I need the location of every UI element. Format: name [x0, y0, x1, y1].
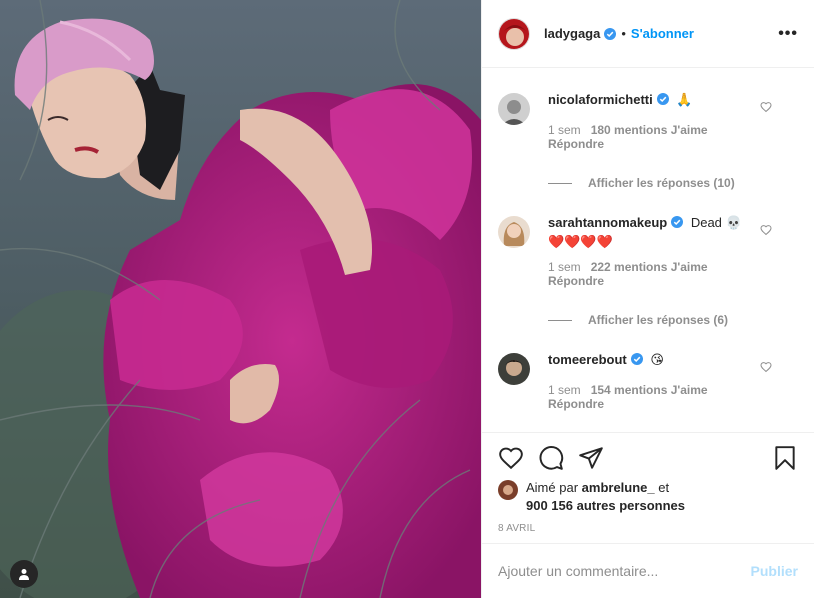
comment-input[interactable] — [498, 563, 751, 579]
comment-like-icon[interactable] — [760, 101, 772, 113]
view-replies-label: Afficher les réponses (10) — [588, 176, 735, 190]
user-tag-icon — [19, 569, 29, 580]
view-replies-button[interactable]: Afficher les réponses (6) — [548, 313, 798, 327]
comment-time[interactable]: 1 sem — [548, 383, 581, 397]
verified-badge-icon — [630, 353, 643, 365]
comment-likes[interactable]: 180 mentions J'aime — [591, 123, 708, 137]
post-image — [0, 0, 481, 598]
follow-button[interactable]: S'abonner — [631, 26, 694, 41]
post-photo[interactable] — [0, 0, 481, 598]
commenter-username[interactable]: sarahtannomakeup — [548, 215, 667, 230]
post-side-panel: ladygaga • S'abonner ••• nicolaformichet… — [481, 0, 814, 598]
replies-line — [548, 182, 572, 184]
publish-button[interactable]: Publier — [751, 563, 798, 579]
verified-badge-icon — [671, 216, 684, 228]
commenter-username[interactable]: tomeerebout — [548, 352, 627, 367]
post-actions: Aimé par ambrelune_ et 900 156 autres pe… — [482, 432, 814, 534]
comment-text-line2: ❤️❤️❤️❤️ — [548, 234, 613, 249]
likes-summary: Aimé par ambrelune_ et 900 156 autres pe… — [498, 479, 798, 515]
bookmark-icon[interactable] — [772, 445, 798, 471]
liked-by-connector: et — [658, 480, 670, 495]
verified-badge-icon — [604, 27, 617, 40]
comment-likes[interactable]: 222 mentions J'aime — [591, 260, 708, 274]
reply-button[interactable]: Répondre — [548, 274, 768, 288]
comment-like-icon[interactable] — [760, 361, 772, 373]
liked-by-user[interactable]: ambrelune_ — [582, 480, 655, 495]
post-header: ladygaga • S'abonner ••• — [482, 0, 814, 68]
liker-avatar[interactable] — [498, 480, 518, 500]
reply-button[interactable]: Répondre — [548, 397, 768, 411]
comment-text: Dead 💀 — [690, 215, 742, 230]
reply-button[interactable]: Répondre — [548, 137, 768, 151]
user-tag-button[interactable] — [10, 560, 38, 588]
comment-like-icon[interactable] — [760, 224, 772, 236]
view-replies-button[interactable]: Afficher les réponses (10) — [548, 176, 798, 190]
add-comment-bar: Publier — [482, 543, 814, 598]
verified-badge-icon — [656, 93, 669, 105]
comments-list: nicolaformichetti 🙏 1 sem 180 mentions J'… — [482, 69, 814, 432]
action-icons — [498, 433, 798, 477]
heart-icon[interactable] — [498, 445, 524, 471]
comment-item: tomeerebout 😘 1 sem 154 mentions J'aime R… — [498, 351, 798, 411]
liked-by-prefix: Aimé par — [526, 480, 579, 495]
comment-text: 🙏 — [676, 92, 693, 107]
comment-bubble-icon[interactable] — [538, 445, 564, 471]
commenter-avatar[interactable] — [498, 353, 530, 385]
comment-time[interactable]: 1 sem — [548, 260, 581, 274]
commenter-avatar[interactable] — [498, 93, 530, 125]
comment-text: 😘 — [650, 352, 664, 367]
commenter-avatar[interactable] — [498, 216, 530, 248]
separator-dot: • — [621, 26, 626, 41]
comment-item: nicolaformichetti 🙏 1 sem 180 mentions J'… — [498, 91, 798, 151]
comment-time[interactable]: 1 sem — [548, 123, 581, 137]
comment-item: sarahtannomakeup Dead 💀 ❤️❤️❤️❤️ 1 sem 22… — [498, 214, 798, 288]
liked-by-others[interactable]: 900 156 autres personnes — [526, 498, 685, 513]
paper-plane-icon[interactable] — [578, 445, 604, 471]
more-options-icon[interactable]: ••• — [778, 25, 798, 43]
view-replies-label: Afficher les réponses (6) — [588, 313, 729, 327]
commenter-username[interactable]: nicolaformichetti — [548, 92, 653, 107]
replies-line — [548, 319, 572, 321]
post-date[interactable]: 8 AVRIL — [498, 523, 798, 534]
comment-likes[interactable]: 154 mentions J'aime — [591, 383, 708, 397]
author-username[interactable]: ladygaga — [544, 26, 600, 41]
author-avatar[interactable] — [498, 17, 530, 50]
